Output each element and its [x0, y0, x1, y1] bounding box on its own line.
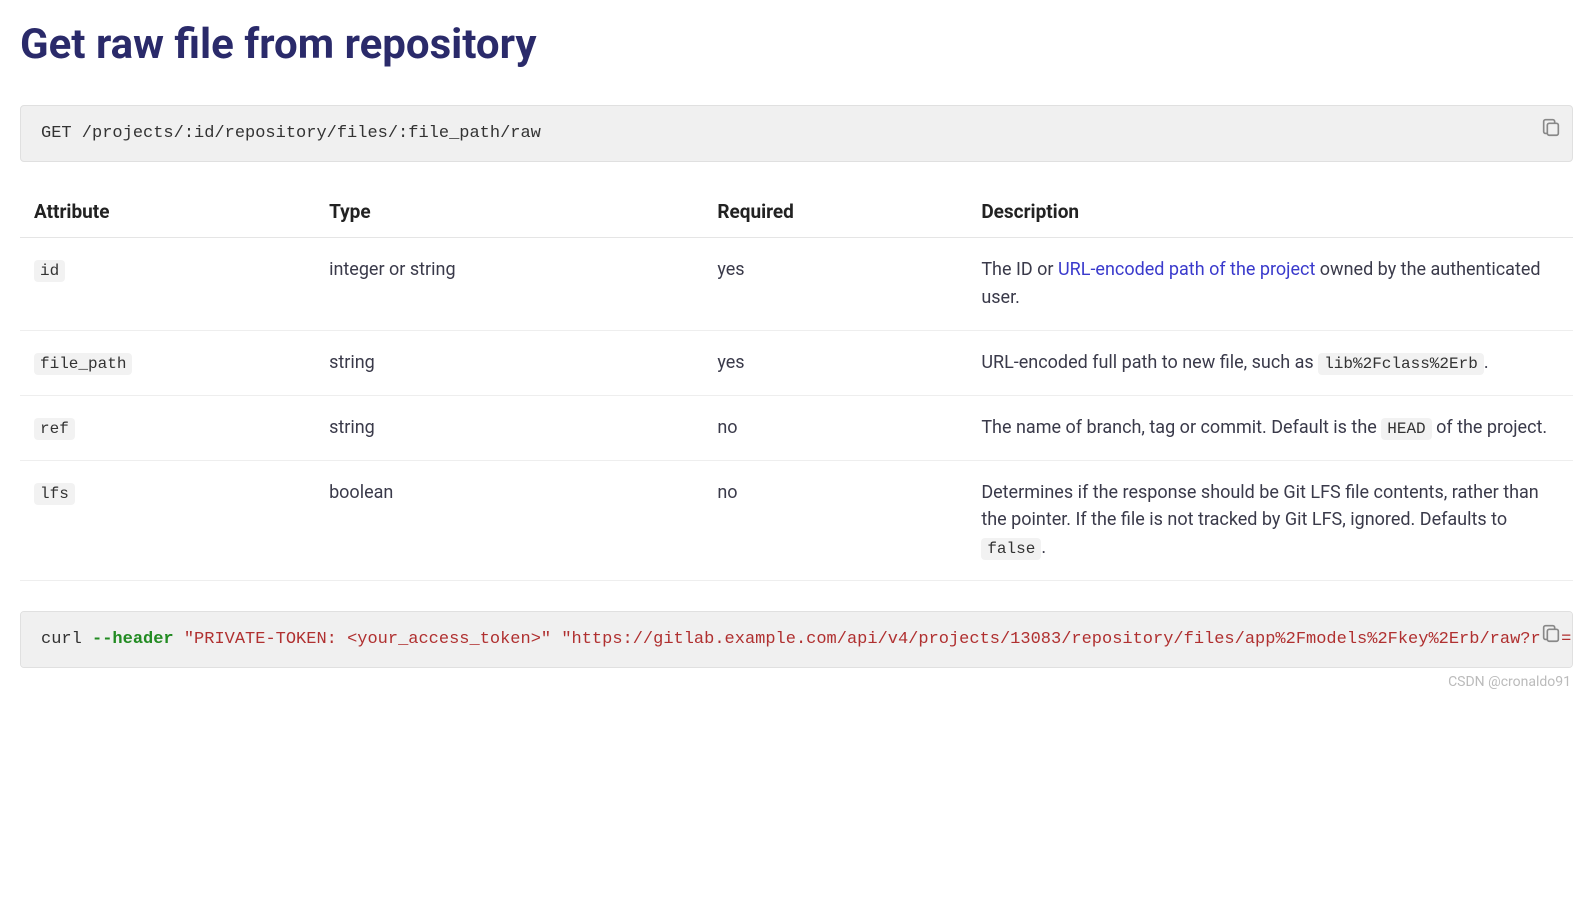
curl-header-string: "PRIVATE-TOKEN: <your_access_token>" — [184, 630, 551, 649]
inline-code: lib%2Fclass%2Erb — [1318, 353, 1484, 375]
attr-required: no — [703, 460, 967, 581]
attr-type: boolean — [315, 460, 703, 581]
attr-code: file_path — [34, 353, 132, 375]
inline-code: HEAD — [1381, 418, 1431, 440]
copy-icon[interactable] — [1540, 116, 1562, 138]
inline-code: false — [981, 538, 1041, 560]
attr-code: ref — [34, 418, 75, 440]
table-row: ref string no The name of branch, tag or… — [20, 395, 1573, 460]
attr-description: The name of branch, tag or commit. Defau… — [967, 395, 1573, 460]
curl-url-string: "https://gitlab.example.com/api/v4/proje… — [561, 630, 1573, 649]
attr-description: The ID or URL-encoded path of the projec… — [967, 238, 1573, 331]
col-required: Required — [703, 186, 967, 238]
col-description: Description — [967, 186, 1573, 238]
endpoint-code-block: GET /projects/:id/repository/files/:file… — [20, 105, 1573, 162]
curl-flag: --header — [92, 630, 174, 649]
attr-code: id — [34, 260, 65, 282]
attr-required: yes — [703, 330, 967, 395]
curl-content: curl --header "PRIVATE-TOKEN: <your_acce… — [41, 630, 1573, 659]
endpoint-text: GET /projects/:id/repository/files/:file… — [41, 124, 541, 143]
parameters-table: Attribute Type Required Description id i… — [20, 186, 1573, 581]
encoded-path-link[interactable]: URL-encoded path of the project — [1058, 259, 1315, 280]
col-type: Type — [315, 186, 703, 238]
table-header-row: Attribute Type Required Description — [20, 186, 1573, 238]
attr-required: yes — [703, 238, 967, 331]
attr-type: integer or string — [315, 238, 703, 331]
attr-type: string — [315, 330, 703, 395]
attr-description: Determines if the response should be Git… — [967, 460, 1573, 581]
attr-code: lfs — [34, 483, 75, 505]
curl-code-block[interactable]: curl --header "PRIVATE-TOKEN: <your_acce… — [20, 611, 1573, 668]
watermark: CSDN @cronaldo91 — [20, 674, 1573, 690]
table-row: file_path string yes URL-encoded full pa… — [20, 330, 1573, 395]
attr-type: string — [315, 395, 703, 460]
copy-icon[interactable] — [1540, 622, 1562, 644]
curl-cmd: curl — [41, 630, 92, 649]
table-row: lfs boolean no Determines if the respons… — [20, 460, 1573, 581]
table-row: id integer or string yes The ID or URL-e… — [20, 238, 1573, 331]
page-title: Get raw file from repository — [20, 20, 1573, 69]
attr-required: no — [703, 395, 967, 460]
col-attribute: Attribute — [20, 186, 315, 238]
attr-description: URL-encoded full path to new file, such … — [967, 330, 1573, 395]
